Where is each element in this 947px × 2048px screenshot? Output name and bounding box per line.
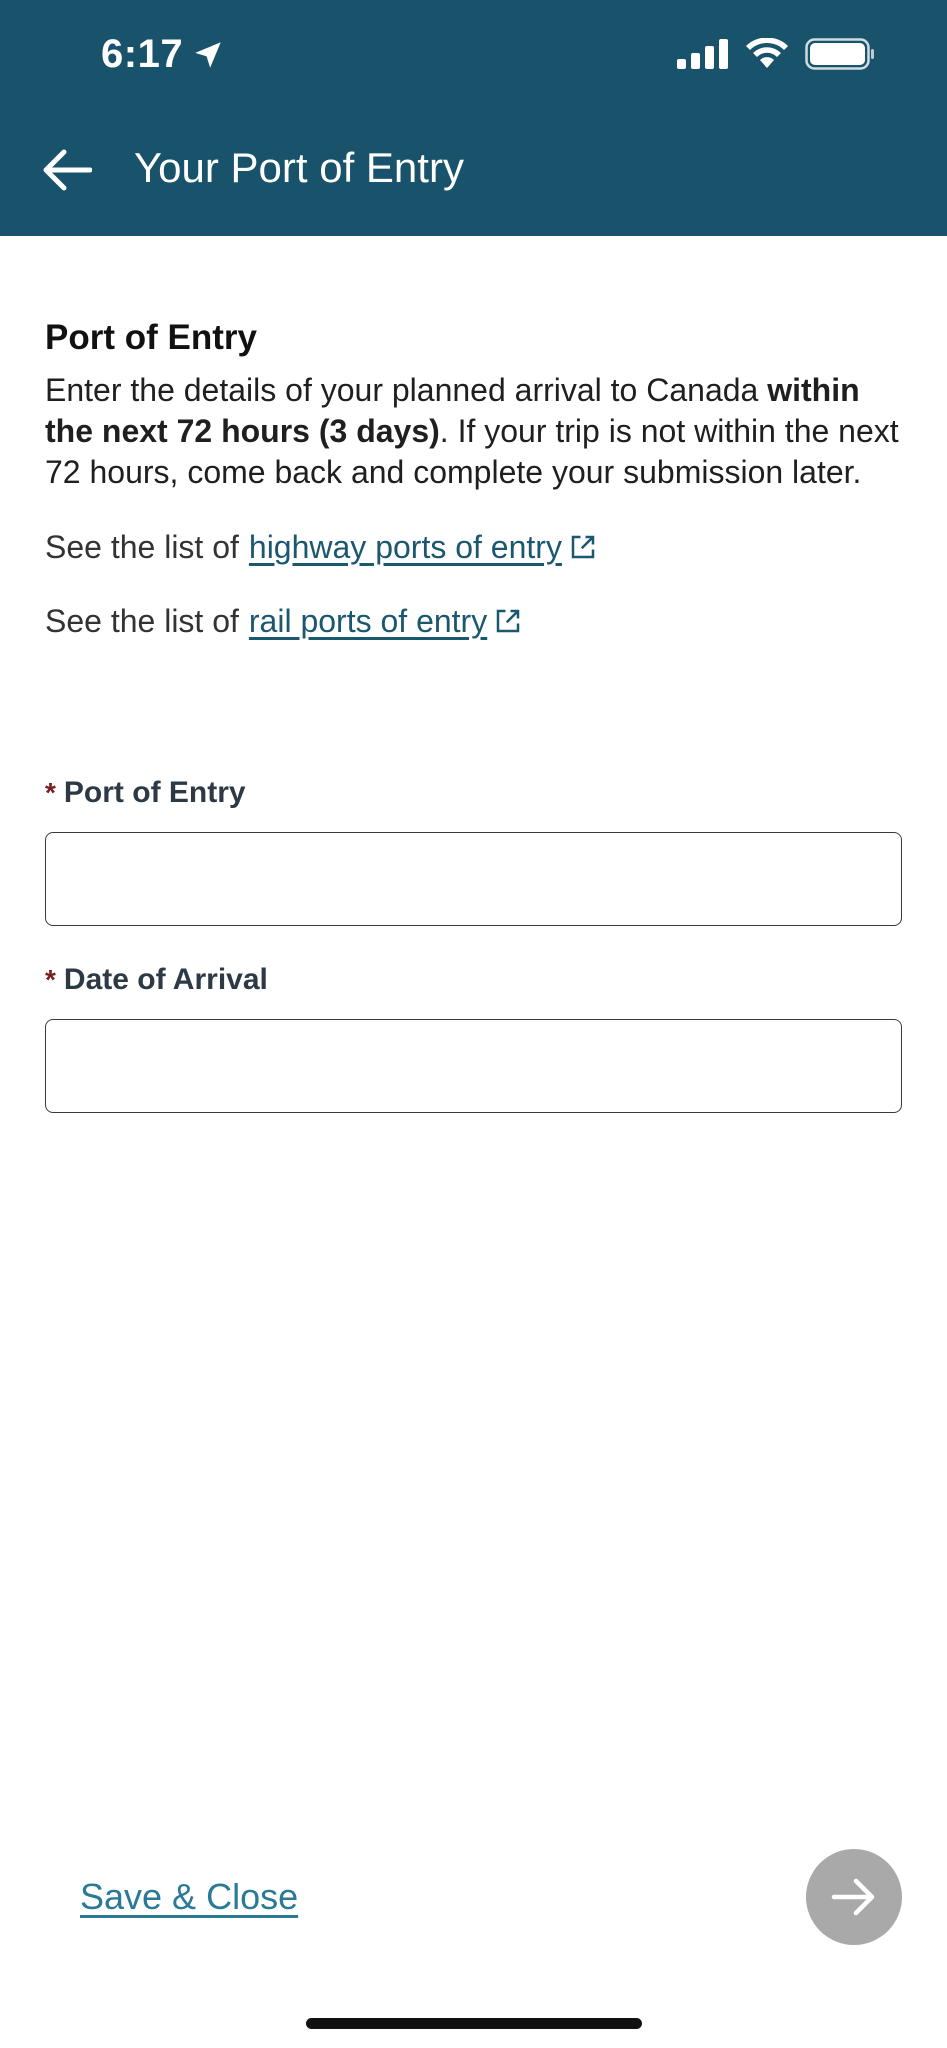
port-of-entry-label: * Port of Entry <box>45 776 246 810</box>
arrow-left-icon <box>43 149 92 191</box>
page-title: Your Port of Entry <box>134 144 464 191</box>
required-marker: * <box>45 777 56 808</box>
port-of-entry-screen: 6:17 Your Port of Entry Port of Entry En… <box>0 0 947 2048</box>
date-of-arrival-input[interactable] <box>45 1019 902 1113</box>
rail-ports-line: See the list of rail ports of entry <box>45 599 905 643</box>
port-of-entry-label-text: Port of Entry <box>63 776 246 809</box>
required-marker: * <box>45 964 56 995</box>
status-icons <box>677 38 875 70</box>
app-header: 6:17 Your Port of Entry <box>0 0 947 236</box>
highway-ports-line: See the list of highway ports of entry <box>45 525 905 569</box>
date-of-arrival-label-text: Date of Arrival <box>63 963 268 996</box>
port-of-entry-input[interactable] <box>45 832 902 926</box>
save-and-close-link[interactable]: Save & Close <box>80 1876 298 1918</box>
main-content: Port of Entry Enter the details of your … <box>45 318 905 643</box>
see-list-prefix: See the list of <box>45 603 239 639</box>
battery-icon <box>805 38 874 70</box>
cellular-signal-icon <box>677 39 728 69</box>
location-arrow-icon <box>195 41 221 68</box>
next-button[interactable] <box>806 1849 902 1945</box>
home-indicator <box>306 2018 642 2029</box>
section-title: Port of Entry <box>45 318 257 357</box>
external-link-icon <box>571 535 595 559</box>
rail-ports-link-label: rail ports of entry <box>248 603 488 639</box>
intro-text: Enter the details of your planned arriva… <box>45 370 905 493</box>
intro-text-start: Enter the details of your planned arriva… <box>45 372 768 408</box>
date-of-arrival-label: * Date of Arrival <box>45 963 268 997</box>
arrow-right-icon <box>831 1878 875 1916</box>
rail-ports-link[interactable]: rail ports of entry <box>249 599 523 643</box>
external-link-icon <box>496 609 520 633</box>
see-list-prefix: See the list of <box>45 529 239 565</box>
status-time-text: 6:17 <box>101 32 184 76</box>
back-button[interactable] <box>36 140 96 200</box>
wifi-icon <box>746 38 788 68</box>
highway-ports-link[interactable]: highway ports of entry <box>249 525 598 569</box>
highway-ports-link-label: highway ports of entry <box>248 529 562 565</box>
status-time: 6:17 <box>101 32 225 77</box>
